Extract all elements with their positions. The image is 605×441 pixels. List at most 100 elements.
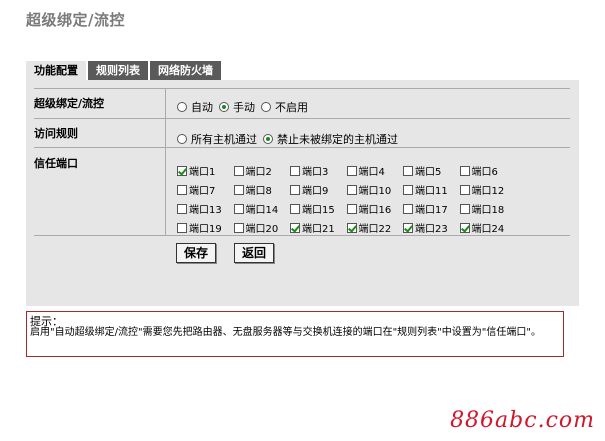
- port-17-checkbox[interactable]: [403, 203, 413, 214]
- port-17-label: 端口17: [415, 205, 448, 216]
- port-19-label: 端口19: [189, 224, 222, 235]
- divider: [34, 147, 570, 148]
- port-23-label: 端口23: [415, 224, 448, 235]
- port-22-label: 端口22: [358, 224, 392, 235]
- port-9-label: 端口9: [302, 186, 329, 197]
- access-all-option[interactable]: 所有主机通过: [177, 131, 257, 147]
- hint-text: 启用"自动超级绑定/流控"需要您先把路由器、无盘服务器等与交换机连接的端口在"规…: [30, 327, 541, 338]
- tab-firewall[interactable]: 网络防火墙: [150, 61, 221, 80]
- divider: [34, 118, 570, 119]
- port-18-checkbox[interactable]: [459, 203, 470, 214]
- access-bound-only-option[interactable]: 禁止未被绑定的主机通过: [263, 131, 398, 147]
- port-14-checkbox[interactable]: [233, 203, 244, 214]
- binding-mode-radio-group: 自动 手动 不启用: [177, 99, 314, 115]
- port-6-option[interactable]: 端口6: [459, 163, 498, 178]
- port-18-option[interactable]: 端口18: [459, 201, 505, 216]
- port-3-checkbox[interactable]: [290, 165, 300, 176]
- back-button[interactable]: 返回: [234, 243, 274, 263]
- config-panel: 超级绑定/流控 自动 手动 不启用 访问规则 所有主机通过 禁止未被绑定的主机通…: [26, 80, 579, 306]
- port-1-label: 端口1: [189, 167, 216, 178]
- port-5-option[interactable]: 端口5: [403, 163, 441, 178]
- port-2-checkbox[interactable]: [233, 165, 244, 176]
- port-14-option[interactable]: 端口14: [233, 201, 279, 216]
- port-12-checkbox[interactable]: [459, 184, 470, 195]
- port-12-option[interactable]: 端口12: [459, 182, 505, 197]
- port-8-option[interactable]: 端口8: [233, 182, 272, 197]
- port-20-checkbox[interactable]: [233, 222, 244, 233]
- port-19-option[interactable]: 端口19: [177, 220, 222, 235]
- binding-manual-option[interactable]: 手动: [219, 99, 255, 115]
- binding-disabled-label: 不启用: [275, 101, 308, 114]
- access-bound-only-radio[interactable]: [263, 134, 273, 144]
- port-8-label: 端口8: [245, 186, 272, 197]
- port-12-label: 端口12: [471, 186, 505, 197]
- trusted-ports-label: 信任端口: [34, 157, 78, 170]
- port-16-option[interactable]: 端口16: [346, 201, 392, 216]
- port-5-checkbox[interactable]: [403, 165, 413, 176]
- port-3-option[interactable]: 端口3: [290, 163, 328, 178]
- port-1-option[interactable]: 端口1: [177, 163, 215, 178]
- port-15-checkbox[interactable]: [290, 203, 300, 214]
- save-button[interactable]: 保存: [176, 243, 216, 263]
- port-15-option[interactable]: 端口15: [290, 201, 335, 216]
- port-7-label: 端口7: [189, 186, 216, 197]
- tab-rule-list[interactable]: 规则列表: [88, 61, 148, 80]
- port-7-option[interactable]: 端口7: [177, 182, 215, 197]
- hint-box: 提示： 启用"自动超级绑定/流控"需要您先把路由器、无盘服务器等与交换机连接的端…: [26, 311, 564, 357]
- binding-auto-label: 自动: [191, 101, 213, 114]
- port-22-option[interactable]: 端口22: [346, 220, 392, 235]
- access-all-radio[interactable]: [177, 134, 187, 144]
- port-9-checkbox[interactable]: [290, 184, 300, 195]
- port-4-checkbox[interactable]: [346, 165, 357, 176]
- port-11-label: 端口11: [415, 186, 448, 197]
- access-rule-label: 访问规则: [34, 127, 78, 140]
- port-13-option[interactable]: 端口13: [177, 201, 222, 216]
- access-all-label: 所有主机通过: [191, 133, 257, 146]
- port-10-checkbox[interactable]: [346, 184, 357, 195]
- binding-auto-option[interactable]: 自动: [177, 99, 213, 115]
- port-11-option[interactable]: 端口11: [403, 182, 448, 197]
- binding-disabled-option[interactable]: 不启用: [261, 99, 308, 115]
- port-21-label: 端口21: [302, 224, 335, 235]
- port-4-label: 端口4: [358, 167, 385, 178]
- port-8-checkbox[interactable]: [233, 184, 244, 195]
- port-10-label: 端口10: [358, 186, 392, 197]
- divider: [165, 88, 166, 236]
- port-17-option[interactable]: 端口17: [403, 201, 448, 216]
- binding-mode-label: 超级绑定/流控: [34, 97, 105, 110]
- port-3-label: 端口3: [302, 167, 329, 178]
- port-21-checkbox[interactable]: [290, 222, 300, 233]
- tab-bar: 功能配置 规则列表 网络防火墙: [26, 61, 223, 80]
- port-10-option[interactable]: 端口10: [346, 182, 392, 197]
- port-2-option[interactable]: 端口2: [233, 163, 272, 178]
- port-20-option[interactable]: 端口20: [233, 220, 279, 235]
- port-4-option[interactable]: 端口4: [346, 163, 385, 178]
- port-9-option[interactable]: 端口9: [290, 182, 328, 197]
- port-23-option[interactable]: 端口23: [403, 220, 448, 235]
- port-5-label: 端口5: [415, 167, 442, 178]
- binding-auto-radio[interactable]: [177, 102, 187, 112]
- port-13-label: 端口13: [189, 205, 222, 216]
- binding-manual-radio[interactable]: [219, 102, 229, 112]
- port-7-checkbox[interactable]: [177, 184, 187, 195]
- tab-function-config[interactable]: 功能配置: [26, 61, 86, 80]
- port-16-label: 端口16: [358, 205, 392, 216]
- port-22-checkbox[interactable]: [346, 222, 357, 233]
- port-19-checkbox[interactable]: [177, 222, 187, 233]
- binding-disabled-radio[interactable]: [261, 102, 271, 112]
- port-20-label: 端口20: [245, 224, 279, 235]
- port-24-option[interactable]: 端口24: [459, 220, 504, 235]
- port-18-label: 端口18: [471, 205, 505, 216]
- port-6-checkbox[interactable]: [459, 165, 470, 176]
- port-14-label: 端口14: [245, 205, 279, 216]
- port-21-option[interactable]: 端口21: [290, 220, 335, 235]
- binding-manual-label: 手动: [233, 101, 255, 114]
- port-23-checkbox[interactable]: [403, 222, 413, 233]
- port-2-label: 端口2: [245, 167, 272, 178]
- port-24-checkbox[interactable]: [459, 222, 470, 233]
- port-16-checkbox[interactable]: [346, 203, 357, 214]
- port-13-checkbox[interactable]: [177, 203, 187, 214]
- port-1-checkbox[interactable]: [177, 165, 187, 176]
- port-15-label: 端口15: [302, 205, 335, 216]
- port-11-checkbox[interactable]: [403, 184, 413, 195]
